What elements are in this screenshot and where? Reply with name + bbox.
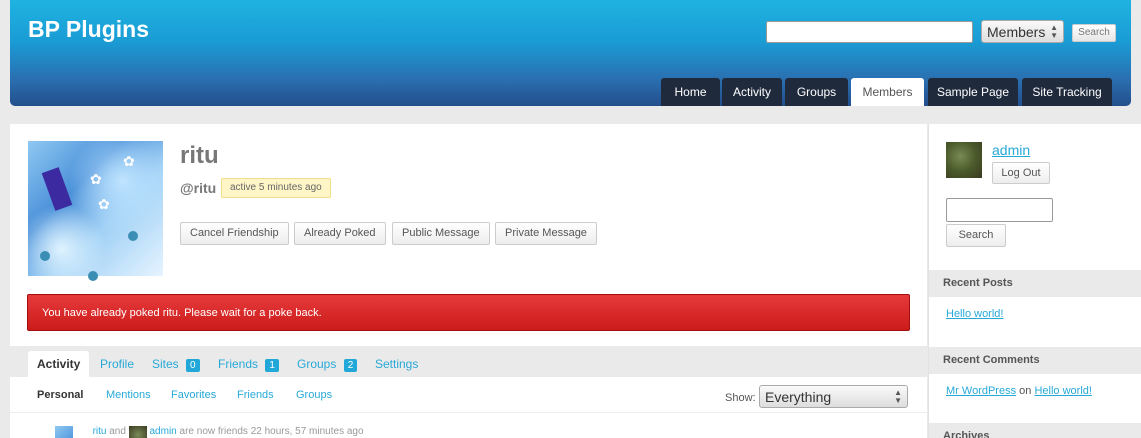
avatar-bead (40, 251, 50, 261)
activity-filter-select[interactable]: Everything ▲ ▼ (759, 385, 908, 408)
recent-comment: Mr WordPress on Hello world! (946, 385, 1092, 397)
activity-user-link[interactable]: ritu (93, 426, 107, 437)
public-message-button[interactable]: Public Message (392, 222, 490, 245)
site-title[interactable]: BP Plugins (28, 16, 149, 43)
avatar-flower: ✿ (98, 196, 110, 212)
avatar-ribbon (41, 167, 73, 211)
nav-sample-page[interactable]: Sample Page (928, 78, 1018, 106)
filter-value: Everything (765, 389, 832, 405)
admin-profile-link[interactable]: admin (992, 142, 1030, 158)
avatar[interactable] (946, 142, 982, 178)
avatar[interactable] (55, 426, 73, 438)
comment-post-link[interactable]: Hello world! (1034, 385, 1091, 397)
subtab-favorites[interactable]: Favorites (171, 389, 216, 401)
nav-activity[interactable]: Activity (722, 78, 782, 106)
select-arrows-icon: ▲ ▼ (894, 388, 902, 405)
private-message-button[interactable]: Private Message (495, 222, 597, 245)
already-poked-button[interactable]: Already Poked (294, 222, 386, 245)
activity-subnav: Personal Mentions Favorites Friends Grou… (10, 377, 927, 413)
recent-post-link[interactable]: Hello world! (946, 308, 1003, 320)
tab-label: Friends (218, 357, 259, 371)
profile-handle: @ritu (180, 180, 217, 196)
activity-text: are now friends (179, 426, 248, 437)
tab-friends[interactable]: Friends 1 (218, 351, 279, 377)
recent-posts-title: Recent Posts (929, 270, 1141, 297)
search-scope-value: Members (987, 24, 1046, 40)
activity-item: ritu and admin are now friends 22 hours,… (55, 426, 655, 438)
tab-profile[interactable]: Profile (100, 351, 134, 377)
activity-time[interactable]: 22 hours, 57 minutes ago (251, 426, 364, 437)
sidebar-search-button[interactable]: Search (946, 224, 1006, 247)
search-input[interactable] (766, 21, 973, 43)
activity-user-link[interactable]: admin (150, 426, 177, 437)
profile-item-nav: Activity Profile Sites 0 Friends 1 Group… (10, 346, 927, 377)
user-avatar[interactable]: ✿ ✿ ✿ (28, 141, 163, 281)
archives-title: Archives (929, 423, 1141, 438)
tab-activity[interactable]: Activity (28, 351, 90, 377)
activity-joiner: and (109, 426, 126, 437)
nav-home[interactable]: Home (661, 78, 720, 106)
avatar-flower: ✿ (123, 153, 135, 169)
cancel-friendship-button[interactable]: Cancel Friendship (180, 222, 289, 245)
error-notice: You have already poked ritu. Please wait… (27, 294, 910, 331)
tab-sites[interactable]: Sites 0 (152, 351, 200, 377)
comment-author-link[interactable]: Mr WordPress (946, 385, 1016, 397)
site-header: BP Plugins Members ▲ ▼ Search Home Activi… (10, 0, 1131, 106)
sidebar-search-input[interactable] (946, 198, 1053, 222)
nav-members[interactable]: Members (851, 78, 924, 106)
search-button[interactable]: Search (1072, 24, 1116, 42)
search-scope-select[interactable]: Members ▲ ▼ (981, 20, 1064, 43)
subtab-mentions[interactable]: Mentions (106, 389, 151, 401)
select-arrows-icon: ▲ ▼ (1050, 23, 1058, 40)
tab-label: Sites (152, 357, 179, 371)
tab-label: Profile (100, 357, 135, 371)
tab-groups[interactable]: Groups 2 (297, 351, 358, 377)
comment-on-text: on (1019, 385, 1032, 397)
sites-count-badge: 0 (186, 359, 200, 372)
main-content: ✿ ✿ ✿ ritu @ritu active 5 minutes ago Ca… (10, 124, 927, 438)
nav-groups[interactable]: Groups (785, 78, 848, 106)
logout-button[interactable]: Log Out (992, 162, 1050, 184)
avatar-bead (88, 271, 98, 281)
profile-name: ritu (180, 142, 219, 169)
last-active-badge: active 5 minutes ago (221, 178, 331, 198)
avatar-flower: ✿ (90, 171, 102, 187)
recent-comments-title: Recent Comments (929, 347, 1141, 374)
nav-site-tracking[interactable]: Site Tracking (1022, 78, 1112, 106)
groups-count-badge: 2 (343, 359, 358, 372)
tab-label: Groups (297, 357, 337, 371)
show-filter-label: Show: (725, 392, 756, 404)
sidebar: admin Log Out Search Recent Posts Hello … (928, 124, 1141, 438)
tab-label: Settings (375, 357, 419, 371)
friends-count-badge: 1 (265, 359, 279, 372)
avatar-bead (128, 231, 138, 241)
tab-settings[interactable]: Settings (375, 351, 418, 377)
tab-label: Activity (37, 357, 81, 371)
subtab-groups[interactable]: Groups (296, 389, 332, 401)
subtab-friends[interactable]: Friends (237, 389, 274, 401)
subtab-personal[interactable]: Personal (37, 389, 83, 401)
avatar[interactable] (128, 426, 147, 438)
